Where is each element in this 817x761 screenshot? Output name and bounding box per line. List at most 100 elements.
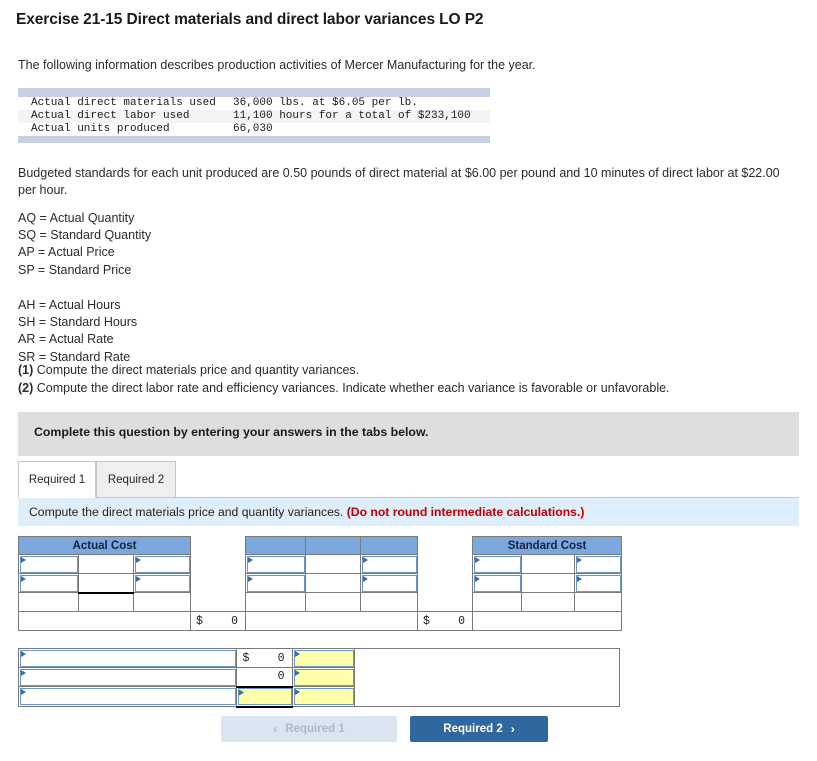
variance-label-cell-3[interactable] — [18, 686, 237, 707]
actual-total-amount: 0 — [231, 614, 238, 628]
empty-cell — [133, 592, 191, 612]
tab-label: Required 1 — [28, 473, 86, 486]
spacer-cell — [418, 574, 473, 593]
definition-line: SQ = Standard Quantity — [18, 228, 152, 243]
middle-input-1[interactable] — [361, 555, 417, 573]
variance-fav-cell-2[interactable] — [292, 667, 355, 687]
standard-total-trailing — [472, 611, 622, 631]
actual-cost-label-cell-1[interactable] — [18, 554, 79, 574]
variance-fav-cell-3[interactable] — [292, 686, 355, 707]
variance-row: $0 — [18, 648, 620, 707]
complete-question-banner: Complete this question by entering your … — [18, 412, 799, 456]
empty-cell — [18, 592, 79, 612]
middle-blank-1 — [305, 554, 361, 574]
fact-label: Actual direct materials used — [31, 97, 216, 109]
variance-label-input-2[interactable] — [19, 668, 236, 686]
definitions-quantity-price: AQ = Actual Quantity SQ = Standard Quant… — [18, 210, 151, 279]
standard-total-amount: 0 — [458, 614, 465, 628]
spacer-cell — [191, 574, 246, 593]
variance-summary-table: $0 0 — [18, 648, 620, 708]
standard-cost-blank-2 — [521, 573, 575, 593]
actual-cost-input-2[interactable] — [134, 574, 190, 592]
sub-instruction-main: Compute the direct materials price and q… — [29, 505, 347, 519]
standard-cost-value-cell-2[interactable] — [574, 573, 622, 593]
budget-standards-text: Budgeted standards for each unit produce… — [18, 166, 780, 197]
standard-cost-label-cell-1[interactable] — [472, 554, 522, 574]
definitions-hours-rate: AH = Actual Hours SH = Standard Hours AR… — [18, 297, 137, 366]
facts-top-bar — [18, 88, 490, 97]
standard-cost-label-cell-2[interactable] — [472, 573, 522, 593]
empty-cell — [305, 592, 361, 612]
standard-cost-input-1[interactable] — [575, 555, 621, 573]
tab-required-1[interactable]: Required 1 — [18, 461, 96, 498]
variance-label-cell-2[interactable] — [18, 667, 237, 687]
actual-cost-value-cell-1[interactable] — [133, 554, 191, 574]
standard-cost-select-2[interactable] — [473, 574, 521, 592]
variance-fav-input-3[interactable] — [293, 688, 354, 705]
variance-notes-cell — [354, 648, 620, 707]
fact-label: Actual units produced — [31, 123, 170, 135]
variance-amount-cell-3[interactable] — [236, 686, 293, 708]
variance-fav-input-2[interactable] — [293, 668, 354, 686]
spacer-cell — [418, 593, 473, 612]
definition-line: AQ = Actual Quantity — [18, 211, 135, 225]
previous-button-label: Required 1 — [285, 723, 345, 735]
variance-label-input-1[interactable] — [19, 649, 236, 667]
middle-header-cell — [305, 536, 361, 555]
standard-cost-select-1[interactable] — [473, 555, 521, 573]
actual-cost-blank-2 — [78, 573, 134, 594]
grid-input-row-2 — [18, 573, 622, 594]
empty-cell — [245, 592, 306, 612]
definition-line: AH = Actual Hours — [18, 298, 121, 312]
empty-cell — [472, 592, 522, 612]
middle-select-1[interactable] — [246, 555, 305, 573]
actual-cost-blank-1 — [78, 554, 134, 574]
tab-label: Required 2 — [107, 473, 165, 486]
fact-value: 11,100 hours for a total of $233,100 — [233, 110, 471, 122]
middle-input-2[interactable] — [361, 574, 417, 592]
variance-amount-cell-2: 0 — [236, 667, 293, 688]
page-title: Exercise 21-15 Direct materials and dire… — [16, 11, 484, 28]
middle-total-spacer — [245, 611, 418, 631]
sub-instruction-text: Compute the direct materials price and q… — [29, 505, 584, 519]
variance-label-input-3[interactable] — [19, 688, 236, 705]
actual-cost-total-cell: $0 — [190, 611, 246, 631]
grid-input-row-1 — [18, 554, 622, 574]
middle-value-cell-2[interactable] — [360, 573, 418, 593]
definition-line: SP = Standard Price — [18, 262, 132, 277]
actual-total-currency: $ — [196, 614, 203, 628]
standard-cost-blank-1 — [521, 554, 575, 574]
spacer-cell — [191, 555, 246, 574]
requirement-number: (1) — [18, 363, 34, 377]
fact-label: Actual direct labor used — [31, 110, 190, 122]
sub-instruction-emphasis: (Do not round intermediate calculations.… — [346, 505, 585, 519]
middle-blank-2 — [305, 573, 361, 593]
middle-select-2[interactable] — [246, 574, 305, 592]
standard-cost-input-2[interactable] — [575, 574, 621, 592]
actual-cost-select-2[interactable] — [19, 574, 78, 592]
empty-cell — [78, 592, 134, 612]
actual-cost-label-cell-2[interactable] — [18, 573, 79, 593]
actual-cost-input-1[interactable] — [134, 555, 190, 573]
variance-fav-cell-1[interactable] — [292, 648, 355, 668]
requirement-item: (2) Compute the direct labor rate and ef… — [18, 379, 670, 397]
variance-label-cell-1[interactable] — [18, 648, 237, 668]
empty-cell — [521, 592, 575, 612]
middle-value-cell-1[interactable] — [360, 554, 418, 574]
complete-question-text: Complete this question by entering your … — [34, 425, 429, 439]
intro-text: The following information describes prod… — [18, 58, 536, 72]
actual-cost-value-cell-2[interactable] — [133, 573, 191, 593]
middle-header-cell — [245, 536, 306, 555]
grid-footer-row — [18, 630, 622, 639]
standard-cost-value-cell-1[interactable] — [574, 554, 622, 574]
previous-required-button[interactable]: ‹ Required 1 — [221, 716, 397, 742]
requirement-item: (1) Compute the direct materials price a… — [18, 361, 670, 379]
tab-required-2[interactable]: Required 2 — [96, 461, 176, 498]
variance-amount-input-3[interactable] — [237, 688, 292, 705]
variance-fav-input-1[interactable] — [293, 649, 354, 667]
middle-label-cell-2[interactable] — [245, 573, 306, 593]
actual-cost-select-1[interactable] — [19, 555, 78, 573]
grid-total-row: $0 $0 — [18, 611, 622, 631]
middle-label-cell-1[interactable] — [245, 554, 306, 574]
next-required-button[interactable]: Required 2 › — [410, 716, 548, 742]
